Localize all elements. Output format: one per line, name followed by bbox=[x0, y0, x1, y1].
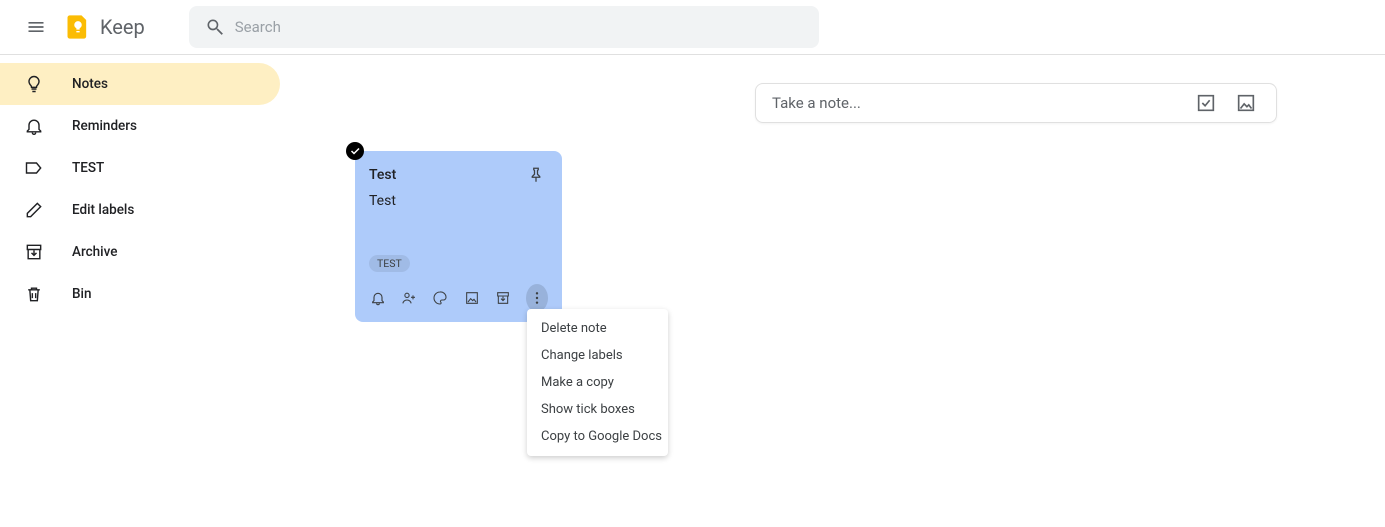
keep-logo-icon bbox=[64, 13, 92, 41]
menu-copy-to-docs[interactable]: Copy to Google Docs bbox=[527, 423, 668, 450]
note-select-badge[interactable] bbox=[346, 142, 364, 160]
app-title: Keep bbox=[100, 15, 145, 39]
menu-make-copy[interactable]: Make a copy bbox=[527, 369, 668, 396]
bell-icon bbox=[22, 114, 46, 138]
collaborator-button[interactable] bbox=[400, 287, 417, 309]
note-more-menu: Delete note Change labels Make a copy Sh… bbox=[527, 309, 668, 456]
sidebar-item-label: TEST bbox=[72, 160, 104, 176]
pencil-icon bbox=[22, 198, 46, 222]
menu-delete-note[interactable]: Delete note bbox=[527, 315, 668, 342]
person-add-icon bbox=[401, 290, 417, 306]
sidebar-item-archive[interactable]: Archive bbox=[0, 231, 280, 273]
color-button[interactable] bbox=[432, 287, 449, 309]
bell-plus-icon bbox=[370, 290, 386, 306]
image-icon bbox=[1235, 92, 1257, 114]
note-body: Test bbox=[369, 193, 548, 209]
sidebar-item-label: Edit labels bbox=[72, 202, 134, 218]
search-icon bbox=[205, 17, 225, 37]
sidebar-item-reminders[interactable]: Reminders bbox=[0, 105, 280, 147]
header: Keep bbox=[0, 0, 1385, 55]
checkbox-icon bbox=[1195, 92, 1217, 114]
note-card[interactable]: Test Test TEST bbox=[355, 151, 562, 322]
menu-change-labels[interactable]: Change labels bbox=[527, 342, 668, 369]
sidebar-item-notes[interactable]: Notes bbox=[0, 63, 280, 105]
palette-icon bbox=[432, 290, 448, 306]
new-list-button[interactable] bbox=[1186, 83, 1226, 123]
sidebar-item-label: Reminders bbox=[72, 118, 137, 134]
search-bar[interactable] bbox=[189, 6, 819, 48]
more-vert-icon bbox=[529, 290, 545, 306]
lightbulb-icon bbox=[22, 72, 46, 96]
label-icon bbox=[22, 156, 46, 180]
sidebar-item-label: Notes bbox=[72, 76, 108, 92]
add-image-button[interactable] bbox=[463, 287, 480, 309]
note-toolbar bbox=[369, 280, 548, 316]
menu-show-tick-boxes[interactable]: Show tick boxes bbox=[527, 396, 668, 423]
search-button[interactable] bbox=[195, 7, 235, 47]
sidebar-item-label: Archive bbox=[72, 244, 117, 260]
pin-icon bbox=[527, 166, 545, 184]
image-icon bbox=[464, 290, 480, 306]
sidebar-item-bin[interactable]: Bin bbox=[0, 273, 280, 315]
main-menu-button[interactable] bbox=[12, 3, 60, 51]
note-label-chip[interactable]: TEST bbox=[369, 255, 410, 272]
search-input[interactable] bbox=[235, 6, 813, 48]
note-title-row: Test bbox=[369, 163, 548, 187]
more-button[interactable] bbox=[526, 284, 548, 312]
sidebar: Notes Reminders TEST Edit labels Archive… bbox=[0, 55, 280, 315]
archive-icon bbox=[22, 240, 46, 264]
pin-button[interactable] bbox=[524, 163, 548, 187]
note-title: Test bbox=[369, 167, 396, 183]
sidebar-item-test-label[interactable]: TEST bbox=[0, 147, 280, 189]
archive-button[interactable] bbox=[495, 287, 512, 309]
content-area: Take a note... Test Test TEST bbox=[280, 55, 1385, 527]
logo[interactable]: Keep bbox=[64, 13, 145, 41]
archive-icon bbox=[495, 290, 511, 306]
sidebar-item-label: Bin bbox=[72, 286, 91, 302]
check-icon bbox=[349, 145, 361, 157]
hamburger-icon bbox=[26, 17, 46, 37]
trash-icon bbox=[22, 282, 46, 306]
new-image-note-button[interactable] bbox=[1226, 83, 1266, 123]
sidebar-item-edit-labels[interactable]: Edit labels bbox=[0, 189, 280, 231]
take-note-placeholder: Take a note... bbox=[772, 94, 1186, 112]
remind-me-button[interactable] bbox=[369, 287, 386, 309]
take-note-bar[interactable]: Take a note... bbox=[755, 83, 1277, 123]
